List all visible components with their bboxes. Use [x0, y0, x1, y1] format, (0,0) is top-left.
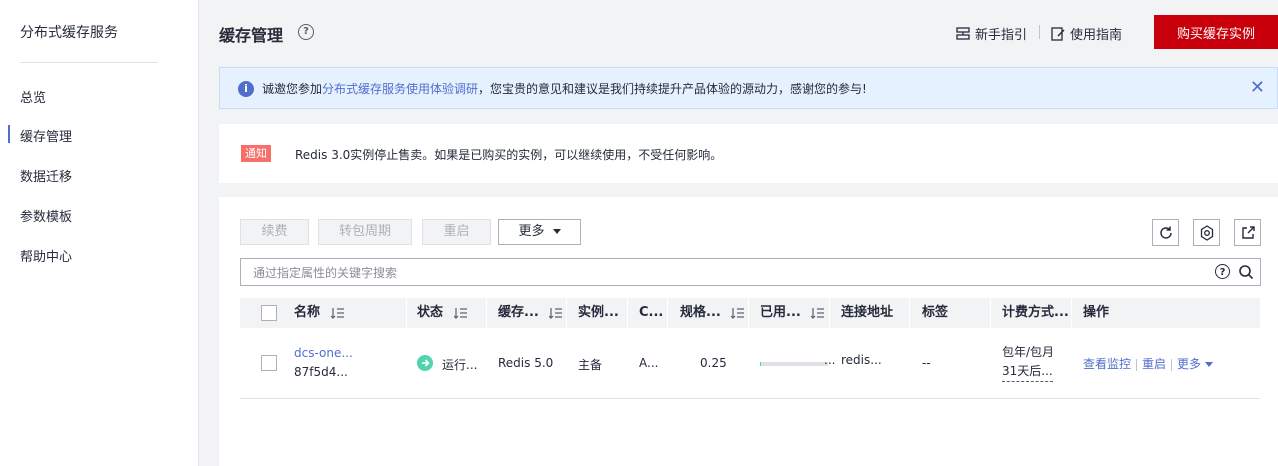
settings-button[interactable] — [1193, 219, 1220, 246]
billing-expiry-cell[interactable]: 31天后... — [1002, 362, 1053, 382]
spec-cell: 0.25 — [700, 356, 727, 370]
caret-down-icon — [552, 229, 561, 234]
notice-text: Redis 3.0实例停止售卖。如果是已购买的实例，可以继续使用，不受任何影响。 — [295, 148, 723, 162]
connection-address-cell: redis... — [841, 353, 882, 367]
refresh-button[interactable] — [1152, 219, 1179, 246]
user-guide-link[interactable]: 使用指南 — [1050, 24, 1122, 43]
column-header-cache-type[interactable]: 缓存... — [498, 298, 563, 328]
column-header-status[interactable]: 状态 — [417, 298, 468, 328]
survey-banner: i 诚邀您参加分布式缓存服务使用体验调研，您宝贵的意见和建议是我们持续提升产品体… — [219, 67, 1278, 109]
column-separator — [486, 298, 487, 328]
survey-text-before: 诚邀您参加 — [262, 82, 323, 96]
table-header: 名称 状态 缓存... 实例... C... 规格... 已用... 连接地址 … — [240, 298, 1260, 328]
column-separator — [909, 298, 910, 328]
instance-type-cell: 主备 — [578, 358, 603, 372]
column-separator — [748, 298, 749, 328]
renew-button[interactable]: 续费 — [240, 219, 309, 245]
status-text: 运行... — [442, 358, 478, 372]
column-separator — [829, 298, 830, 328]
view-monitoring-link[interactable]: 查看监控 — [1083, 357, 1131, 371]
op-divider — [1136, 358, 1138, 371]
close-icon[interactable]: ✕ — [1250, 77, 1265, 98]
tags-cell: -- — [922, 356, 931, 370]
row-checkbox[interactable] — [261, 355, 277, 371]
app-root: 分布式缓存服务 总览 缓存管理 数据迁移 参数模板 帮助中心 缓存管理 ? 新手… — [0, 0, 1278, 466]
user-guide-label: 使用指南 — [1070, 28, 1123, 43]
help-icon[interactable]: ? — [298, 24, 314, 40]
column-header-instance-type[interactable]: 实例... — [578, 298, 619, 328]
survey-banner-text: 诚邀您参加分布式缓存服务使用体验调研，您宝贵的意见和建议是我们持续提升产品体验的… — [262, 80, 867, 97]
column-separator — [406, 298, 407, 328]
more-ops-dropdown[interactable]: 更多 — [1177, 357, 1214, 371]
column-separator — [667, 298, 668, 328]
column-header-operations: 操作 — [1083, 305, 1110, 320]
instance-list-card: 续费 转包周期 重启 更多 ? — [219, 197, 1278, 466]
filter-sort-icon — [549, 307, 563, 319]
instance-id: 87f5d4... — [294, 365, 348, 379]
instance-name-link[interactable]: dcs-one... — [294, 346, 353, 360]
document-edit-icon — [1051, 26, 1065, 41]
column-separator — [627, 298, 628, 328]
guide-icon — [956, 26, 970, 40]
more-actions-dropdown[interactable]: 更多 — [498, 219, 581, 245]
sidebar-item-cache-management[interactable]: 缓存管理 — [7, 125, 72, 145]
sort-icon — [731, 307, 745, 319]
billing-mode-cell: 包年/包月 — [1002, 345, 1055, 359]
change-to-monthly-button[interactable]: 转包周期 — [318, 219, 412, 245]
gear-icon — [1200, 224, 1213, 241]
survey-text-after: ，您宝贵的意见和建议是我们持续提升产品体验的源动力，感谢您的参与! — [478, 82, 867, 96]
info-icon: i — [238, 81, 254, 97]
usage-progress-fill — [760, 362, 762, 366]
restart-button[interactable]: 重启 — [422, 219, 491, 245]
usage-text: ... — [824, 353, 836, 367]
export-button[interactable] — [1234, 219, 1261, 246]
notice-badge: 通知 — [241, 145, 271, 162]
page-title: 缓存管理 — [219, 26, 284, 45]
table-row: dcs-one... 87f5d4... 运行... Redis 5.0 主备 … — [240, 328, 1260, 399]
export-icon — [1241, 225, 1255, 239]
beginner-guide-label: 新手指引 — [975, 28, 1028, 43]
more-actions-label: 更多 — [518, 224, 545, 239]
usage-progress-bar — [760, 362, 828, 366]
column-separator — [1071, 298, 1072, 328]
op-divider — [1171, 358, 1173, 371]
column-header-name[interactable]: 名称 — [294, 298, 345, 328]
column-separator — [566, 298, 567, 328]
survey-link[interactable]: 分布式缓存服务使用体验调研 — [322, 82, 478, 96]
row-operations: 查看监控 重启 更多 — [1083, 355, 1214, 372]
sidebar-item-help-center[interactable]: 帮助中心 — [20, 246, 72, 265]
sidebar: 分布式缓存服务 总览 缓存管理 数据迁移 参数模板 帮助中心 — [0, 0, 199, 466]
sidebar-divider — [20, 62, 158, 63]
column-header-spec[interactable]: 规格... — [680, 298, 745, 328]
sidebar-title: 分布式缓存服务 — [20, 25, 118, 41]
column-separator — [990, 298, 991, 328]
beginner-guide-link[interactable]: 新手指引 — [955, 24, 1027, 43]
column-header-c[interactable]: C... — [639, 298, 663, 328]
column-header-used[interactable]: 已用... — [760, 298, 825, 328]
buy-cache-instance-button[interactable]: 购买缓存实例 — [1154, 15, 1278, 49]
column-header-billing[interactable]: 计费方式... — [1002, 298, 1069, 328]
select-all-checkbox[interactable] — [261, 305, 277, 321]
search-icon[interactable] — [1238, 264, 1254, 280]
running-status-icon — [417, 355, 433, 371]
notice-card: 通知 Redis 3.0实例停止售卖。如果是已购买的实例，可以继续使用，不受任何… — [219, 124, 1278, 183]
sidebar-item-overview[interactable]: 总览 — [20, 87, 46, 106]
sort-icon — [330, 307, 344, 319]
sidebar-item-data-migration[interactable]: 数据迁移 — [20, 166, 72, 185]
search-box: ? — [240, 258, 1261, 286]
column-header-address[interactable]: 连接地址 — [841, 298, 893, 328]
header-divider — [1039, 25, 1040, 39]
arrow-right-icon — [422, 359, 430, 367]
sidebar-item-parameter-templates[interactable]: 参数模板 — [20, 206, 72, 225]
caret-down-icon — [1205, 362, 1214, 367]
column-header-tags[interactable]: 标签 — [922, 298, 948, 328]
search-help-icon[interactable]: ? — [1215, 264, 1230, 279]
cache-type-cell: Redis 5.0 — [498, 356, 554, 370]
refresh-icon — [1159, 226, 1172, 239]
search-input[interactable] — [251, 263, 1195, 283]
sort-icon — [811, 307, 825, 319]
restart-link[interactable]: 重启 — [1142, 357, 1166, 371]
c-cell: A... — [639, 356, 659, 370]
filter-sort-icon — [453, 307, 467, 319]
